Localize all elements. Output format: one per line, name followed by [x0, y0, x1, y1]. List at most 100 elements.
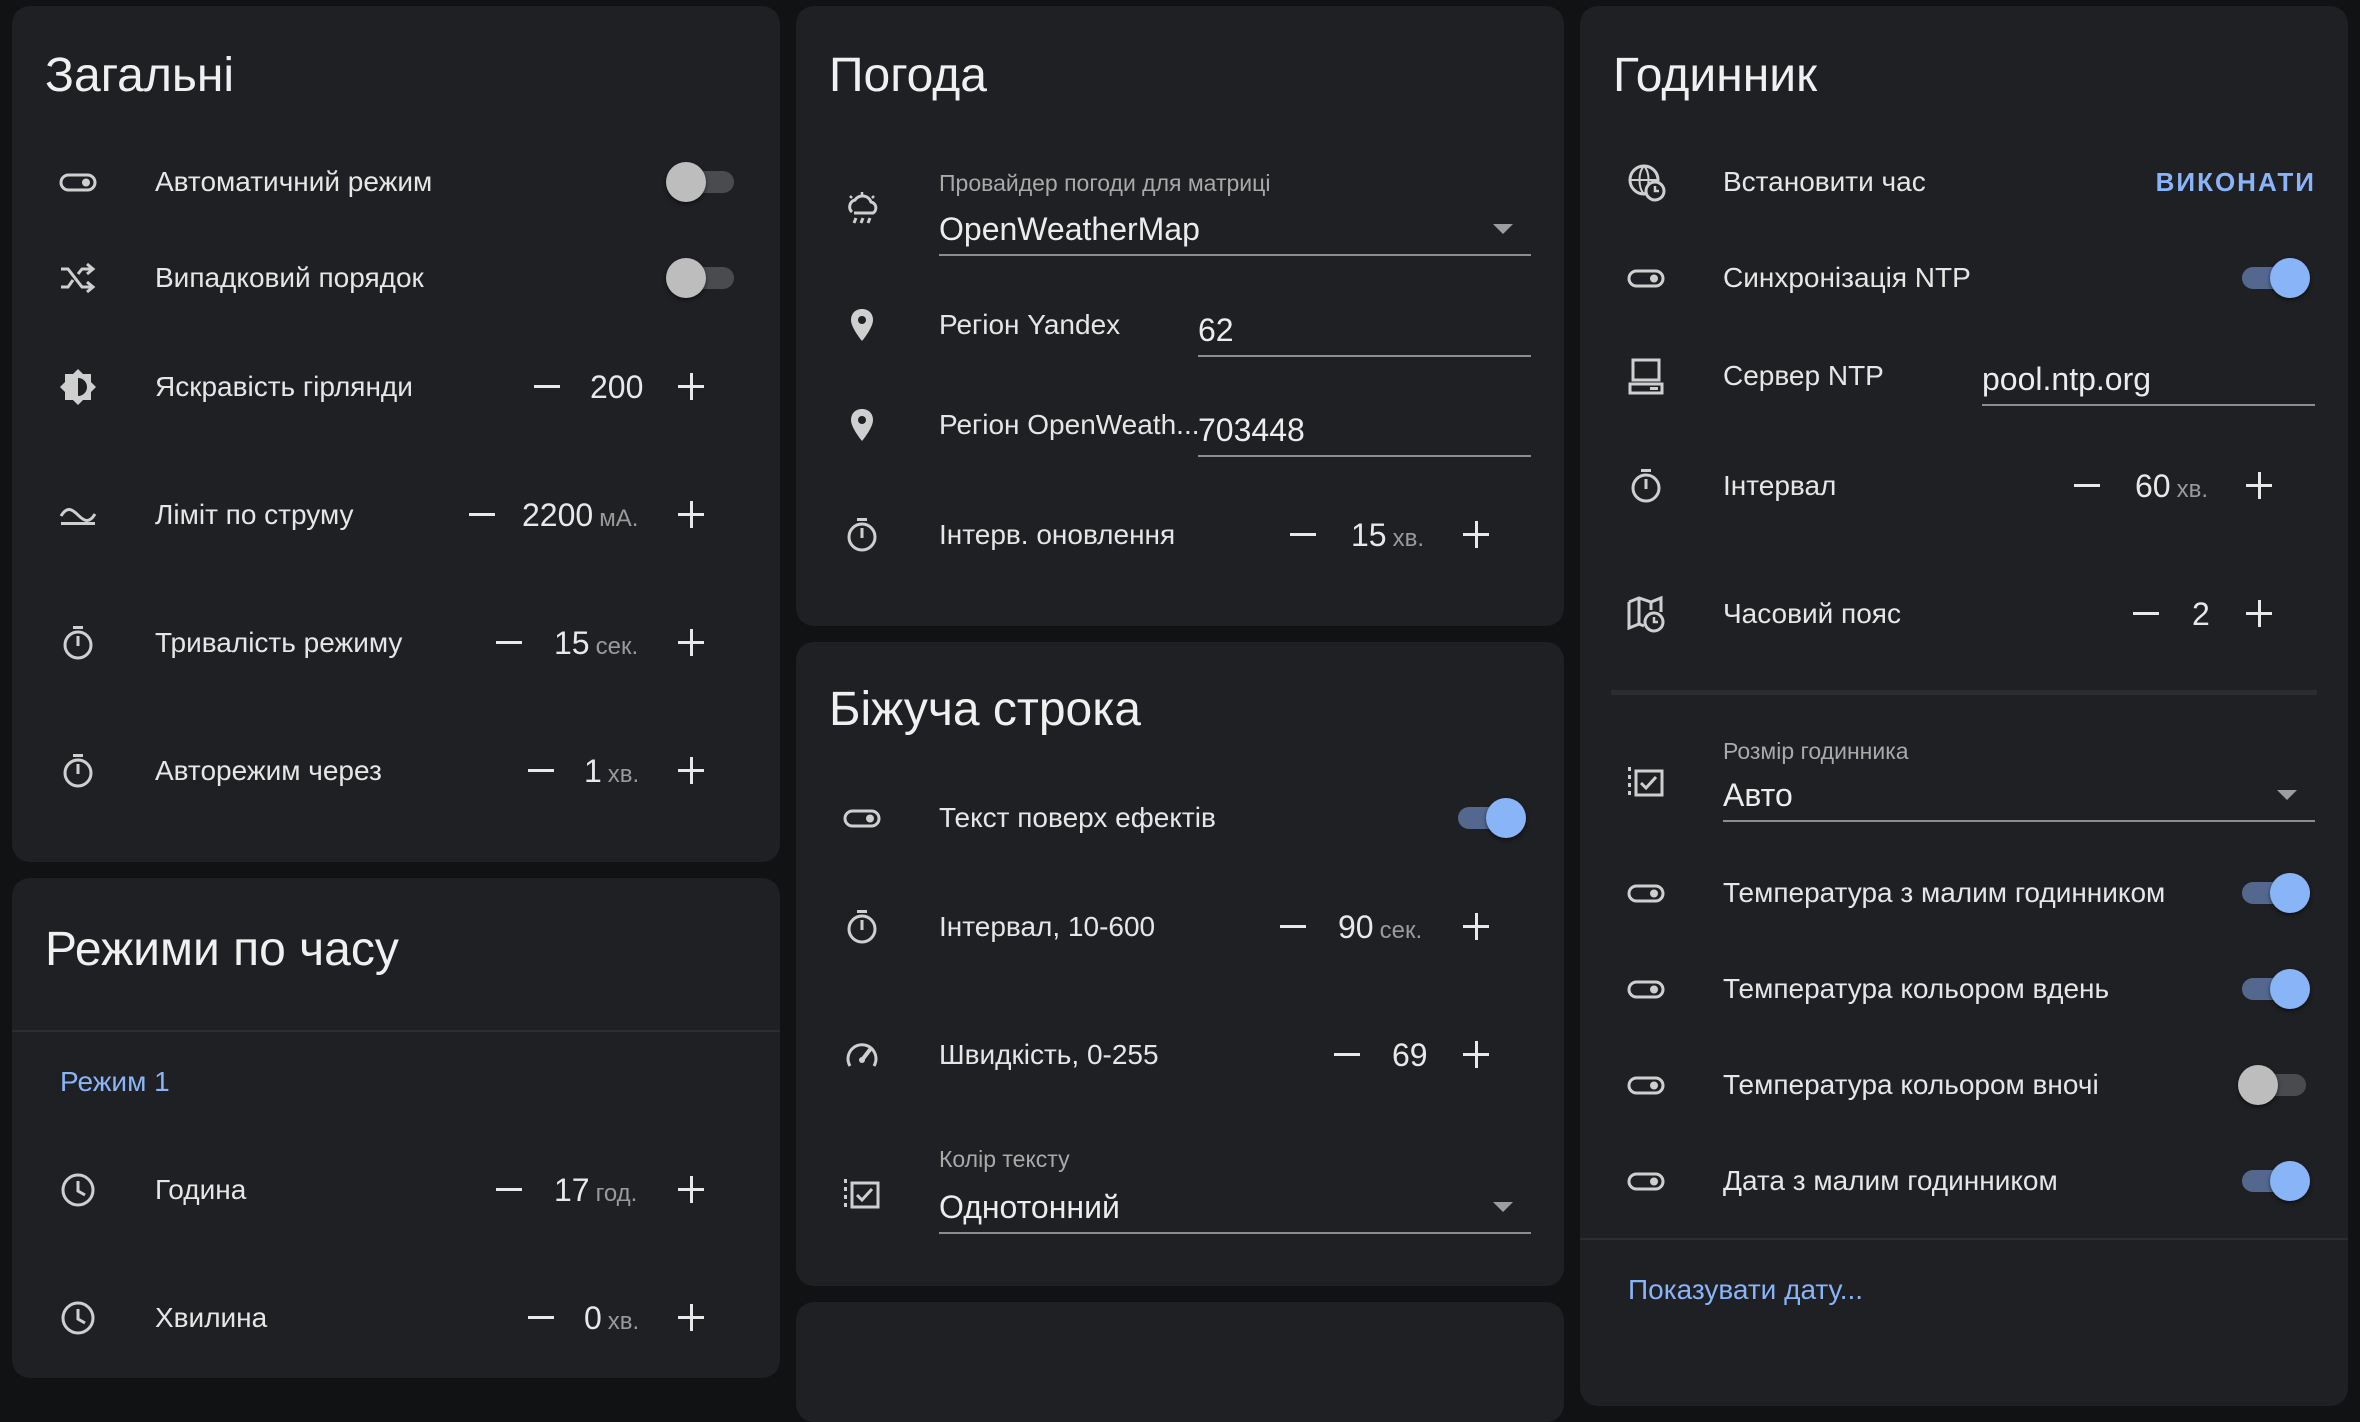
temp-small-clock-row: Температура з малим годинником [1580, 853, 2348, 933]
set-time-label: Встановити час [1723, 166, 1926, 197]
divider [12, 1030, 780, 1032]
temp-small-clock-label: Температура з малим годинником [1723, 877, 2166, 908]
region-owm-input[interactable]: 703448 [1198, 393, 1531, 457]
decrease-button[interactable] [520, 1298, 560, 1338]
speed-value: 69 [1392, 1037, 1428, 1073]
decrease-button[interactable] [1272, 907, 1312, 947]
toggle-icon [1626, 1065, 1666, 1105]
ticker-interval-stepper: 90 сек. [796, 887, 1564, 967]
increase-button[interactable] [670, 1170, 710, 1210]
ticker-interval-row: Інтервал, 10-600 90 сек. [796, 887, 1564, 967]
increase-button[interactable] [670, 367, 710, 407]
temp-color-day-switch[interactable] [2238, 969, 2310, 1009]
mode-duration-row: Тривалість режиму 15 сек. [12, 603, 780, 683]
ntp-server-input[interactable]: pool.ntp.org [1982, 340, 2315, 406]
weather-card: Погода Провайдер погоди для матриці Open… [796, 6, 1564, 626]
brightness-row: Яскравість гірлянди 200 [12, 347, 780, 427]
clock-card: Годинник Встановити час ВИКОНАТИ Синхрон… [1580, 6, 2348, 1406]
minute-stepper: 0 хв. [12, 1278, 780, 1358]
decrease-button[interactable] [2066, 466, 2106, 506]
temp-color-night-switch[interactable] [2238, 1065, 2310, 1105]
text-over-row: Текст поверх ефектів [796, 778, 1564, 858]
update-interval-value: 15 хв. [1351, 517, 1425, 553]
increase-button[interactable] [670, 495, 710, 535]
ticker-interval-value: 90 сек. [1338, 909, 1423, 945]
text-over-label: Текст поверх ефектів [939, 802, 1216, 833]
decrease-button[interactable] [520, 751, 560, 791]
timezone-row: Часовий пояс 2 [1580, 574, 2348, 654]
temp-small-clock-switch[interactable] [2238, 873, 2310, 913]
minute-row: Хвилина 0 хв. [12, 1278, 780, 1358]
decrease-button[interactable] [488, 623, 528, 663]
card-title: Режими по часу [45, 923, 399, 976]
clock-size-row: Розмір годинника Авто [1580, 734, 2348, 834]
toggle-icon [1626, 258, 1666, 298]
increase-button[interactable] [2238, 594, 2278, 634]
clock-size-value: Авто [1723, 777, 1793, 813]
provider-caption: Провайдер погоди для матриці [939, 170, 1271, 196]
ntp-server-row: Сервер NTP pool.ntp.org [1580, 336, 2348, 416]
increase-button[interactable] [670, 1298, 710, 1338]
region-yandex-label: Регіон Yandex [939, 309, 1121, 340]
decrease-button[interactable] [1326, 1035, 1366, 1075]
divider [1580, 1238, 2348, 1240]
toggle-icon [1626, 873, 1666, 913]
decrease-button[interactable] [1282, 515, 1322, 555]
auto-mode-switch[interactable] [666, 162, 738, 202]
region-yandex-input[interactable]: 62 [1198, 293, 1531, 357]
hour-value: 17 год. [554, 1172, 638, 1208]
computer-icon [1626, 356, 1666, 396]
toggle-icon [1626, 1161, 1666, 1201]
region-owm-row: Регіон OpenWeath... 703448 [796, 385, 1564, 465]
temp-color-night-label: Температура кольором вночі [1723, 1069, 2099, 1100]
card-title: Біжуча строка [829, 683, 1141, 736]
date-small-clock-row: Дата з малим годинником [1580, 1141, 2348, 1221]
location-pin-icon [842, 305, 882, 345]
increase-button[interactable] [1455, 1035, 1495, 1075]
decrease-button[interactable] [526, 367, 566, 407]
date-small-clock-label: Дата з малим годинником [1723, 1165, 2058, 1196]
mode-1-link[interactable]: Режим 1 [60, 1066, 170, 1098]
checklist-icon [842, 1174, 882, 1214]
clock-interval-value: 60 хв. [2135, 468, 2209, 504]
location-pin-icon [842, 405, 882, 445]
speed-row: Швидкість, 0-255 69 [796, 1015, 1564, 1095]
show-date-link[interactable]: Показувати дату... [1628, 1274, 1863, 1306]
toggle-icon [1626, 969, 1666, 1009]
clock-size-select[interactable]: Розмір годинника Авто [1723, 734, 2315, 822]
timezone-value: 2 [2192, 596, 2210, 632]
clock-interval-row: Інтервал 60 хв. [1580, 446, 2348, 526]
region-yandex-row: Регіон Yandex 62 [796, 285, 1564, 365]
decrease-button[interactable] [488, 1170, 528, 1210]
increase-button[interactable] [2238, 466, 2278, 506]
card-title: Загальні [45, 49, 235, 102]
hour-row: Година 17 год. [12, 1150, 780, 1230]
provider-select[interactable]: Провайдер погоди для матриці OpenWeather… [939, 166, 1531, 256]
increase-button[interactable] [1455, 907, 1495, 947]
region-owm-label: Регіон OpenWeath... [939, 409, 1200, 440]
random-order-row: Випадковий порядок [12, 238, 780, 318]
increase-button[interactable] [670, 623, 710, 663]
update-interval-row: Інтерв. оновлення 15 хв. [796, 495, 1564, 575]
text-over-switch[interactable] [1454, 798, 1526, 838]
temp-color-day-label: Температура кольором вдень [1723, 973, 2110, 1004]
ntp-server-label: Сервер NTP [1723, 360, 1884, 391]
automode-after-row: Авторежим через 1 хв. [12, 731, 780, 811]
date-small-clock-switch[interactable] [2238, 1161, 2310, 1201]
toggle-icon [58, 162, 98, 202]
increase-button[interactable] [1455, 515, 1495, 555]
random-order-switch[interactable] [666, 258, 738, 298]
text-color-select[interactable]: Колір тексту Однотонний [939, 1144, 1531, 1234]
clock-size-caption: Розмір годинника [1723, 738, 1909, 764]
set-time-row: Встановити час ВИКОНАТИ [1580, 142, 2348, 222]
execute-button[interactable]: ВИКОНАТИ [2156, 142, 2316, 222]
increase-button[interactable] [670, 751, 710, 791]
hour-stepper: 17 год. [12, 1150, 780, 1230]
ntp-sync-switch[interactable] [2238, 258, 2310, 298]
ntp-sync-row: Синхронізація NTP [1580, 238, 2348, 318]
minute-value: 0 хв. [584, 1300, 640, 1336]
decrease-button[interactable] [461, 495, 501, 535]
decrease-button[interactable] [2125, 594, 2165, 634]
brightness-value: 200 [590, 369, 644, 405]
card-title: Годинник [1613, 49, 1818, 102]
